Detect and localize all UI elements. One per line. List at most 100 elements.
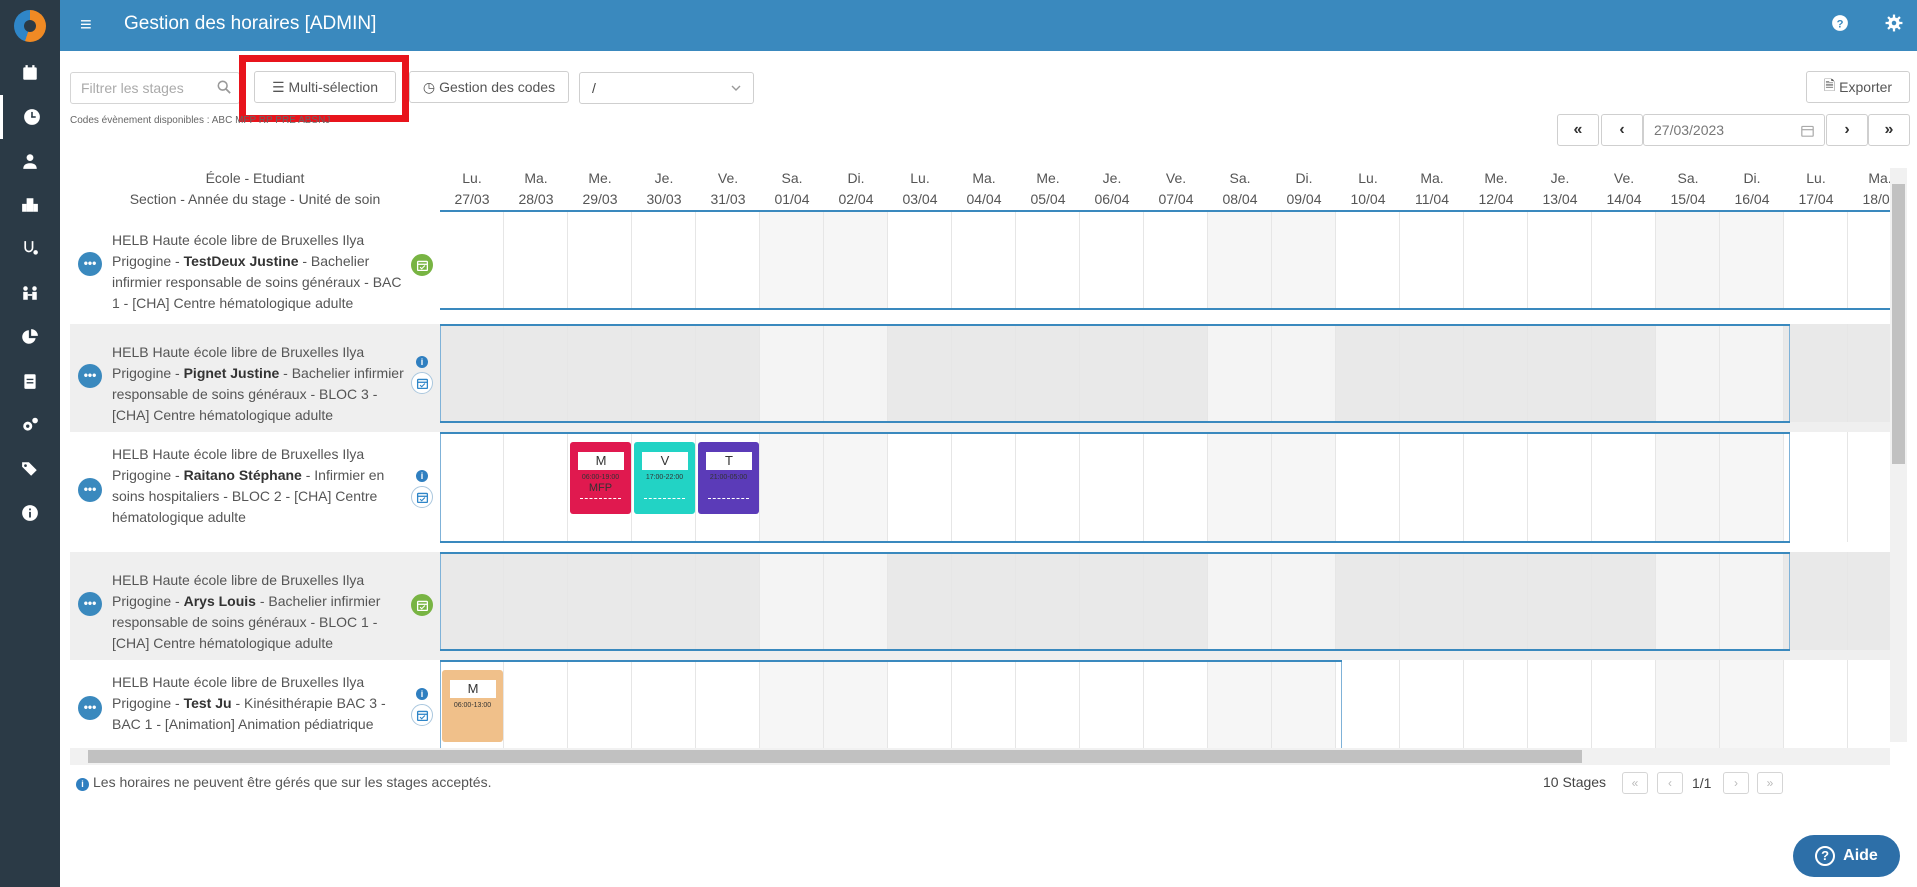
day-cell[interactable]: [1784, 432, 1848, 542]
day-header: Je. 30/03: [632, 168, 696, 210]
shift-block[interactable]: T 21:00-05:00: [698, 442, 759, 514]
day-date: 05/04: [1030, 191, 1066, 207]
shift-code: M: [450, 680, 496, 698]
day-name: Me.: [1484, 170, 1508, 186]
footer-note: i Les horaires ne peuvent être gérés que …: [76, 774, 491, 791]
date-input[interactable]: 27/03/2023: [1643, 114, 1825, 146]
stages-count: 10 Stages: [1543, 774, 1607, 790]
next-page-button[interactable]: ›: [1723, 772, 1749, 794]
first-period-button[interactable]: «: [1557, 114, 1599, 146]
day-cell[interactable]: [1784, 324, 1848, 422]
last-page-button[interactable]: »: [1757, 772, 1783, 794]
hamburger-menu-icon[interactable]: ≡: [80, 14, 102, 36]
nurse-icon[interactable]: [0, 139, 60, 183]
row-options-button[interactable]: •••: [78, 696, 102, 720]
day-date: 10/04: [1350, 191, 1386, 207]
previous-page-button[interactable]: ‹: [1657, 772, 1683, 794]
day-date: 14/04: [1606, 191, 1642, 207]
period-bottom-border: [440, 421, 1790, 423]
day-name: Ve.: [1165, 170, 1187, 186]
row-options-button[interactable]: •••: [78, 252, 102, 276]
day-cell[interactable]: [1784, 660, 1848, 748]
calendar-check-icon[interactable]: [411, 486, 433, 508]
hospital-icon[interactable]: [0, 183, 60, 227]
question-icon: ?: [1815, 846, 1836, 866]
highlight-box: [239, 55, 409, 122]
day-cell[interactable]: [1848, 660, 1890, 748]
stage-filter-input[interactable]: Filtrer les stages: [70, 72, 240, 104]
calendar-check-icon[interactable]: [411, 372, 433, 394]
day-cell[interactable]: [1848, 432, 1890, 542]
first-page-button[interactable]: «: [1622, 772, 1648, 794]
day-cells: [440, 212, 1890, 320]
info-icon[interactable]: i: [416, 470, 428, 482]
select-value: /: [592, 80, 596, 96]
stethoscope-icon[interactable]: [0, 227, 60, 271]
day-header: Lu. 03/04: [888, 168, 952, 210]
day-name: Ma.: [524, 170, 548, 186]
horizontal-scroll-thumb[interactable]: [88, 750, 1582, 763]
day-cell[interactable]: [1592, 660, 1656, 748]
day-cell[interactable]: [1528, 660, 1592, 748]
last-period-button[interactable]: »: [1868, 114, 1910, 146]
row-options-button[interactable]: •••: [78, 364, 102, 388]
info-icon[interactable]: i: [416, 356, 428, 368]
shift-block[interactable]: M 06:00-19:00 MFP: [570, 442, 631, 514]
gear-icon[interactable]: [1885, 14, 1907, 36]
shift-hours: 06:00-13:00: [453, 702, 492, 709]
day-cell[interactable]: [1656, 660, 1720, 748]
pie-chart-icon[interactable]: [0, 315, 60, 359]
calendar-small-icon: [1801, 125, 1814, 137]
calendar-check-icon[interactable]: [411, 594, 433, 616]
calendar-check-icon[interactable]: [411, 704, 433, 726]
view-select[interactable]: /: [579, 72, 754, 104]
help-button[interactable]: ? Aide: [1793, 835, 1900, 877]
day-name: Lu.: [1806, 170, 1826, 186]
day-date: 08/04: [1222, 191, 1258, 207]
row-description: HELB Haute école libre de Bruxelles Ilya…: [112, 342, 412, 426]
day-cell[interactable]: [1464, 660, 1528, 748]
row-options-button[interactable]: •••: [78, 592, 102, 616]
day-header: Sa. 15/04: [1656, 168, 1720, 210]
chevron-down-icon: [731, 85, 741, 91]
day-cell[interactable]: [1784, 552, 1848, 650]
table-row: ••• HELB Haute école libre de Bruxelles I…: [70, 432, 1890, 552]
day-header: Ma. 04/04: [952, 168, 1016, 210]
codes-management-button[interactable]: ◷ Gestion des codes: [409, 71, 569, 103]
help-label: Aide: [1843, 847, 1878, 864]
cogs-icon[interactable]: [0, 403, 60, 447]
sidebar: [0, 0, 60, 887]
vertical-scroll-thumb[interactable]: [1892, 184, 1905, 464]
people-icon[interactable]: [0, 271, 60, 315]
next-period-button[interactable]: ›: [1826, 114, 1868, 146]
shift-block[interactable]: V 17:00-22:00: [634, 442, 695, 514]
available-codes-text: Codes évènement disponibles : ABC MFP RP…: [70, 115, 331, 126]
day-cells: [440, 660, 1890, 748]
period-top-border: [440, 660, 1342, 662]
calendar-check-icon[interactable]: [411, 254, 433, 276]
day-cell[interactable]: [1336, 660, 1400, 748]
info-icon[interactable]: i: [416, 688, 428, 700]
clock-icon[interactable]: [0, 95, 60, 139]
info-icon[interactable]: [0, 491, 60, 535]
day-header: Ve. 31/03: [696, 168, 760, 210]
day-cell[interactable]: [1848, 552, 1890, 650]
calendar-icon[interactable]: [0, 51, 60, 95]
day-date: 27/03: [454, 191, 490, 207]
app-logo[interactable]: [14, 10, 46, 42]
row-description: HELB Haute école libre de Bruxelles Ilya…: [112, 570, 412, 654]
day-cell[interactable]: [1848, 324, 1890, 422]
row-options-button[interactable]: •••: [78, 478, 102, 502]
day-date: 02/04: [838, 191, 874, 207]
help-icon[interactable]: ?: [1831, 14, 1853, 36]
tags-icon[interactable]: [0, 447, 60, 491]
export-button[interactable]: 🗎 Exporter: [1806, 71, 1910, 103]
day-cell[interactable]: [1400, 660, 1464, 748]
day-date: 01/04: [774, 191, 810, 207]
day-name: Di.: [1743, 170, 1761, 186]
day-date: 29/03: [582, 191, 618, 207]
shift-block[interactable]: M 06:00-13:00: [442, 670, 503, 742]
clipboard-icon[interactable]: [0, 359, 60, 403]
day-cell[interactable]: [1720, 660, 1784, 748]
previous-period-button[interactable]: ‹: [1601, 114, 1643, 146]
